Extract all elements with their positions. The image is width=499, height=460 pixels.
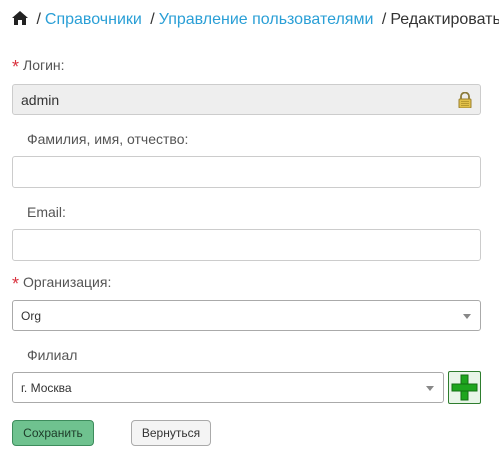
email-input[interactable]	[12, 229, 481, 261]
login-label: Логин:	[23, 57, 65, 73]
breadcrumb-separator: /	[36, 11, 41, 28]
branch-select[interactable]: г. Москва	[12, 372, 444, 403]
chevron-down-icon	[426, 386, 434, 391]
breadcrumb-link-user-management[interactable]: Управление пользователями	[159, 11, 374, 28]
home-icon[interactable]	[12, 11, 28, 25]
breadcrumb-link-directories[interactable]: Справочники	[45, 11, 142, 28]
login-value: admin	[21, 92, 60, 108]
chevron-down-icon	[463, 314, 471, 319]
login-label-row: * Логин:	[12, 57, 65, 78]
organization-label: Организация:	[23, 274, 112, 290]
organization-selected: Org	[21, 309, 42, 323]
fullname-label: Фамилия, имя, отчество:	[27, 131, 189, 147]
back-button[interactable]: Вернуться	[131, 420, 211, 446]
fullname-input[interactable]	[12, 156, 481, 188]
add-branch-button[interactable]	[448, 371, 481, 404]
email-label: Email:	[27, 204, 66, 220]
breadcrumb-separator: /	[381, 11, 387, 28]
breadcrumb-separator: /	[150, 11, 155, 28]
lock-icon	[458, 92, 472, 108]
breadcrumb: / Справочники / Управление пользователями …	[12, 9, 499, 31]
branch-selected: г. Москва	[21, 381, 72, 395]
organization-label-row: * Организация:	[12, 274, 111, 295]
plus-icon	[451, 374, 478, 401]
required-mark: *	[12, 57, 20, 77]
login-field[interactable]: admin	[12, 84, 481, 115]
organization-select[interactable]: Org	[12, 300, 481, 331]
breadcrumb-current: Редактировать д	[390, 11, 499, 28]
branch-label: Филиал	[27, 347, 78, 363]
save-button[interactable]: Сохранить	[12, 420, 94, 446]
required-mark: *	[12, 274, 20, 294]
